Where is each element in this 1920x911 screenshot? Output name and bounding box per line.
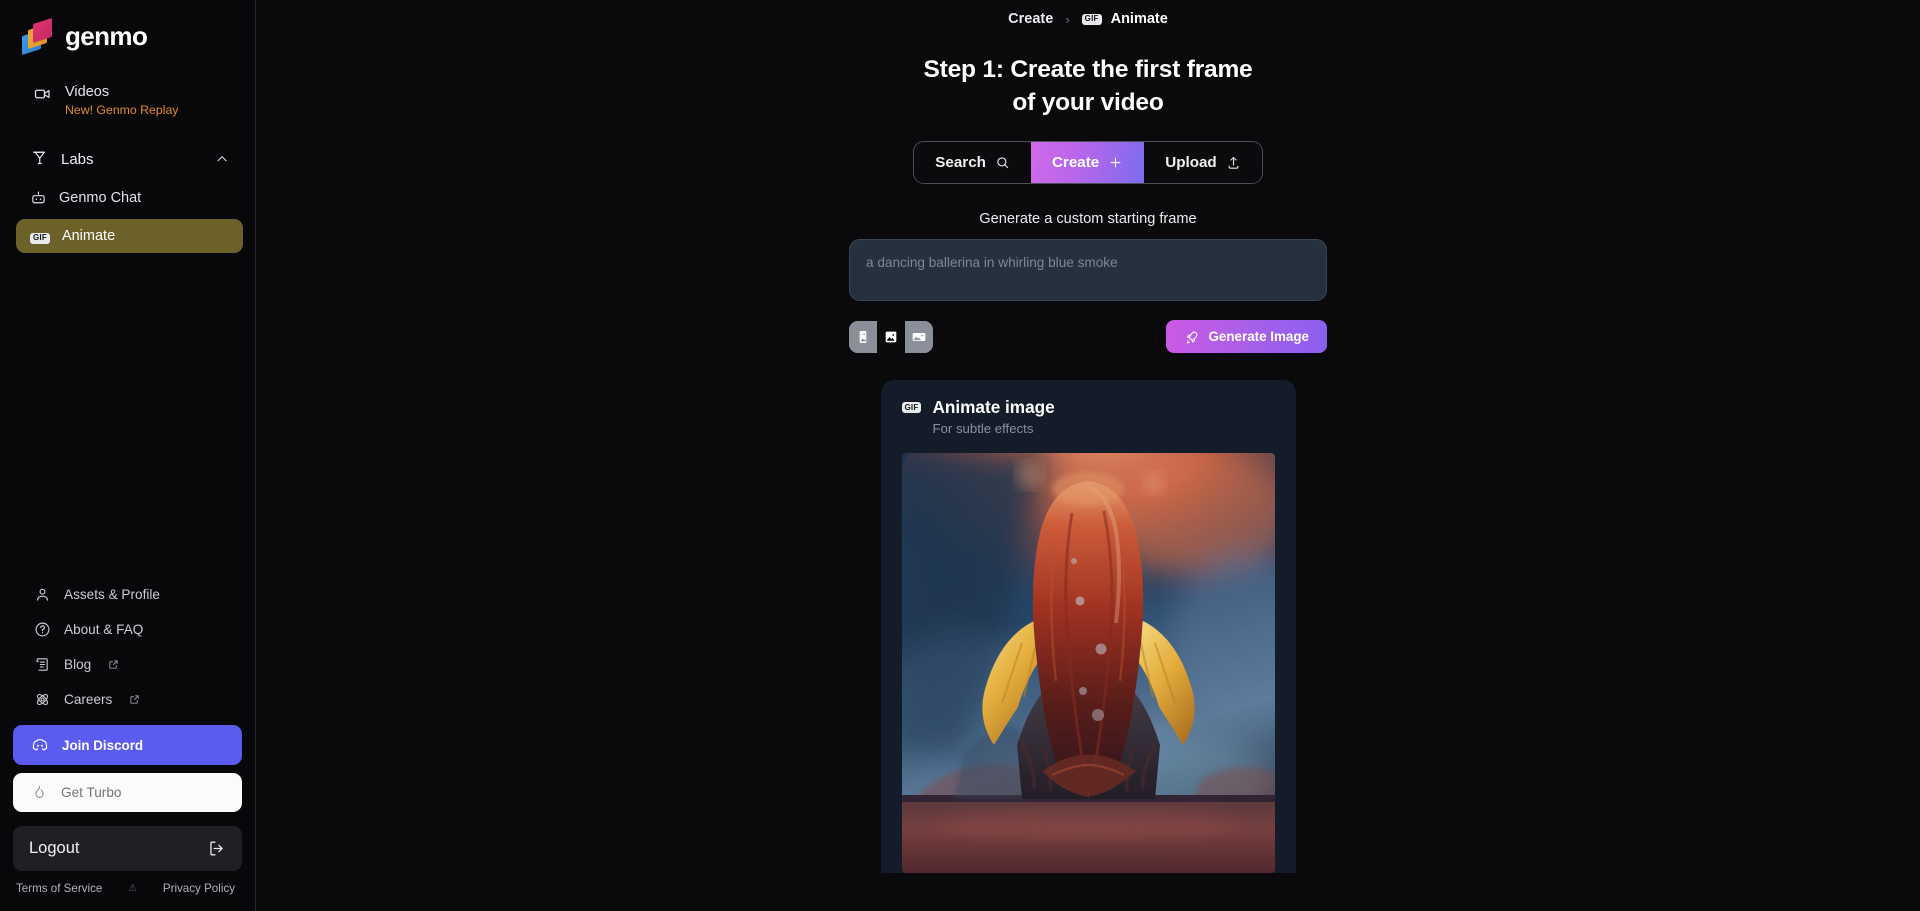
logout-icon <box>207 839 226 858</box>
aspect-ratio-square-button[interactable] <box>877 320 905 353</box>
card-header: GIF Animate image <box>901 397 1275 418</box>
tab-create-label: Create <box>1051 153 1100 171</box>
prompt-section-label: Generate a custom starting frame <box>979 211 1197 227</box>
join-discord-label: Join Discord <box>62 737 144 753</box>
sidebar-assets-label: Assets & Profile <box>64 587 160 602</box>
page-title-line2: of your video <box>1012 89 1164 116</box>
brand-name: genmo <box>65 20 148 51</box>
animate-image-card[interactable]: GIF Animate image For subtle effects <box>880 380 1296 873</box>
sidebar-item-videos[interactable]: Videos New! Genmo Replay <box>12 76 243 125</box>
aspect-ratio-group <box>849 320 933 353</box>
video-camera-icon <box>34 85 52 103</box>
sidebar-item-animate[interactable]: GIF Animate <box>16 219 243 253</box>
image-portrait-icon <box>855 329 871 345</box>
rocket-icon <box>1184 329 1200 345</box>
sidebar-item-about-faq[interactable]: About & FAQ <box>12 612 243 647</box>
image-square-icon <box>883 329 899 345</box>
terms-of-service-link[interactable]: Terms of Service <box>16 882 102 895</box>
chevron-up-icon[interactable] <box>215 152 229 166</box>
external-link-icon <box>108 659 119 670</box>
card-title: Animate image <box>932 397 1055 417</box>
legal-separator-icon: ⚠ <box>128 883 138 894</box>
join-discord-button[interactable]: Join Discord <box>13 725 242 765</box>
generate-image-label: Generate Image <box>1208 329 1309 344</box>
plus-icon <box>1108 155 1123 170</box>
breadcrumb-animate[interactable]: GIF Animate <box>1081 11 1168 27</box>
aspect-ratio-portrait-button[interactable] <box>849 320 877 353</box>
atom-icon <box>34 691 51 708</box>
sidebar-item-genmo-chat[interactable]: Genmo Chat <box>16 181 243 215</box>
logout-label: Logout <box>29 839 80 857</box>
genmo-logo-icon <box>22 17 56 56</box>
main-content: Create › GIF Animate Step 1: Create the … <box>256 0 1920 911</box>
question-circle-icon <box>34 621 51 638</box>
gif-badge-text: GIF <box>30 232 50 244</box>
flask-icon <box>30 150 48 168</box>
external-link-icon <box>129 694 140 705</box>
sidebar-videos-label: Videos <box>65 84 110 100</box>
chevron-right-icon: › <box>1065 11 1070 27</box>
tab-create[interactable]: Create <box>1030 142 1145 183</box>
gif-badge-icon: GIF <box>901 402 922 413</box>
card-subtitle: For subtle effects <box>932 421 1034 436</box>
sidebar: genmo Videos New! Genmo Replay Labs Genm… <box>0 0 256 911</box>
prompt-controls: Generate Image <box>849 320 1327 353</box>
page-title-line1: Step 1: Create the first frame <box>923 56 1253 83</box>
sidebar-item-assets-profile[interactable]: Assets & Profile <box>12 577 243 612</box>
preview-artwork <box>901 453 1275 873</box>
sidebar-videos-sublabel: New! Genmo Replay <box>65 103 179 117</box>
sidebar-labs-label: Labs <box>61 150 94 168</box>
tab-upload[interactable]: Upload <box>1144 142 1262 183</box>
sidebar-about-label: About & FAQ <box>64 622 144 637</box>
robot-icon <box>30 190 47 207</box>
discord-icon <box>31 736 49 754</box>
tab-search[interactable]: Search <box>914 142 1031 183</box>
search-icon <box>995 155 1010 170</box>
gif-badge-icon: GIF <box>30 227 50 245</box>
aspect-ratio-landscape-button[interactable] <box>905 320 933 353</box>
get-turbo-button[interactable]: Get Turbo <box>13 773 242 812</box>
user-icon <box>34 586 51 603</box>
breadcrumb: Create › GIF Animate <box>1008 11 1168 27</box>
breadcrumb-animate-label: Animate <box>1110 11 1168 27</box>
prompt-wrapper <box>849 239 1327 306</box>
sidebar-item-careers[interactable]: Careers <box>12 682 243 717</box>
tab-search-label: Search <box>935 153 986 171</box>
sidebar-secondary-nav: Assets & Profile About & FAQ Blog Career… <box>0 577 255 911</box>
sidebar-primary-nav: Videos New! Genmo Replay Labs Genmo Chat… <box>0 54 255 253</box>
sidebar-item-blog[interactable]: Blog <box>12 647 243 682</box>
scroll-icon <box>34 656 51 673</box>
sidebar-section-labs[interactable]: Labs <box>8 141 247 177</box>
legal-links: Terms of Service ⚠ Privacy Policy <box>0 871 255 907</box>
upload-icon <box>1226 155 1241 170</box>
sidebar-careers-label: Careers <box>64 692 113 707</box>
app-root: genmo Videos New! Genmo Replay Labs Genm… <box>0 0 1920 911</box>
page-title: Step 1: Create the first frame of your v… <box>924 53 1253 119</box>
privacy-policy-link[interactable]: Privacy Policy <box>163 882 235 895</box>
generate-image-button[interactable]: Generate Image <box>1165 320 1327 353</box>
gif-badge-icon: GIF <box>1081 13 1102 25</box>
breadcrumb-create[interactable]: Create <box>1008 11 1053 27</box>
sidebar-blog-label: Blog <box>64 657 92 672</box>
preview-image[interactable] <box>901 453 1275 873</box>
tab-upload-label: Upload <box>1165 153 1217 171</box>
sidebar-animate-label: Animate <box>61 228 116 244</box>
brand-logo[interactable]: genmo <box>0 0 255 56</box>
sidebar-genmo-chat-label: Genmo Chat <box>59 190 142 206</box>
prompt-input[interactable] <box>849 239 1327 301</box>
source-tabs: Search Create Upload <box>913 141 1263 184</box>
image-landscape-icon <box>911 329 927 345</box>
logout-button[interactable]: Logout <box>13 826 242 871</box>
flame-icon <box>31 784 48 801</box>
get-turbo-label: Get Turbo <box>61 785 122 800</box>
